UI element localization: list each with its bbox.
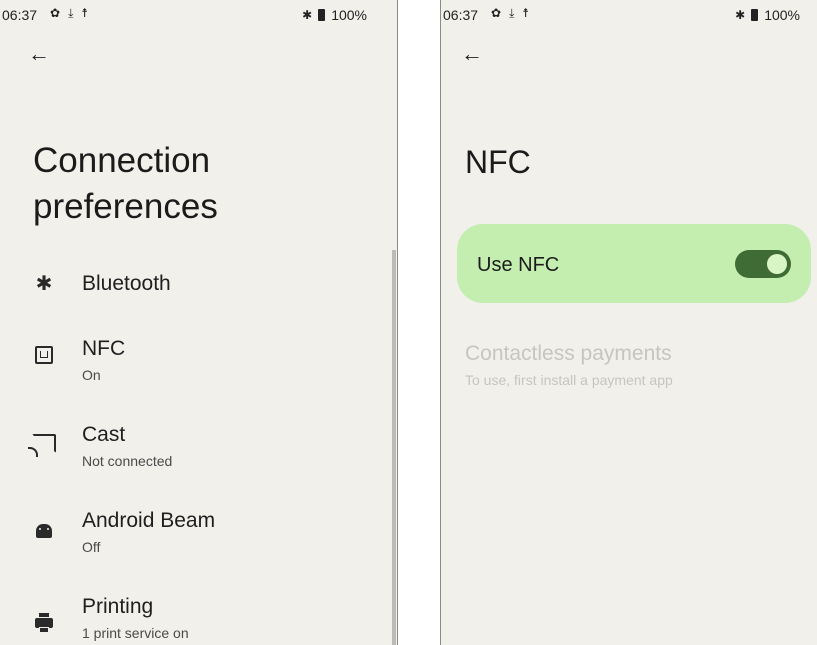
download-icon: ⤓ [509, 6, 515, 20]
back-arrow-icon[interactable]: ← [28, 42, 50, 66]
battery-icon [751, 9, 759, 21]
contactless-payments-summary: To use, first install a payment app [465, 372, 673, 388]
list-item-summary: Off [82, 539, 101, 555]
list-item-label: Printing [82, 595, 154, 618]
list-item-cast[interactable]: Cast Not connected [0, 416, 390, 476]
page-title: NFC [465, 144, 531, 180]
status-bar: 06:37 ✿ ⤓ ☨ ✱ 100% [0, 0, 397, 28]
status-time: 06:37 [443, 7, 479, 23]
bluetooth-icon: ✱ [35, 273, 53, 295]
list-item-nfc[interactable]: NFC On [0, 330, 390, 390]
accessibility-icon: ☨ [522, 6, 529, 20]
android-icon [30, 521, 58, 544]
toggle-thumb [767, 254, 787, 274]
list-item-summary: On [82, 367, 101, 383]
list-item-label: NFC [82, 337, 126, 360]
connection-preferences-screen: 06:37 ✿ ⤓ ☨ ✱ 100% ← Connection preferen… [0, 0, 398, 645]
list-item-android-beam[interactable]: Android Beam Off [0, 502, 390, 562]
battery-icon [318, 9, 326, 21]
status-time: 06:37 [2, 7, 38, 23]
list-item-label: Bluetooth [82, 272, 171, 295]
nfc-icon [30, 346, 58, 370]
cast-icon [28, 434, 58, 459]
use-nfc-label: Use NFC [477, 254, 560, 276]
settings-icon: ✿ [491, 6, 502, 20]
use-nfc-card[interactable]: Use NFC [457, 224, 811, 303]
accessibility-icon: ☨ [81, 6, 88, 20]
printer-icon [30, 611, 58, 634]
battery-percent: 100% [764, 7, 800, 23]
list-item-summary: 1 print service on [82, 625, 189, 641]
back-arrow-icon[interactable]: ← [461, 42, 483, 66]
status-bar: 06:37 ✿ ⤓ ☨ ✱ 100% [441, 0, 817, 28]
list-item-printing[interactable]: Printing 1 print service on [0, 588, 390, 645]
bluetooth-icon: ✱ [735, 8, 746, 22]
bluetooth-icon: ✱ [302, 8, 313, 22]
scrollbar[interactable] [392, 250, 396, 645]
list-item-label: Android Beam [82, 509, 216, 532]
page-title: Connection preferences [33, 141, 218, 226]
list-item-bluetooth[interactable]: ✱ Bluetooth [0, 258, 390, 308]
battery-percent: 100% [331, 7, 367, 23]
nfc-screen: 06:37 ✿ ⤓ ☨ ✱ 100% ← NFC Use NFC Contact… [440, 0, 817, 645]
use-nfc-toggle[interactable] [735, 250, 791, 278]
contactless-payments-title: Contactless payments [465, 342, 672, 365]
settings-icon: ✿ [50, 6, 61, 20]
list-item-label: Cast [82, 423, 126, 446]
list-item-summary: Not connected [82, 453, 173, 469]
download-icon: ⤓ [68, 6, 74, 20]
